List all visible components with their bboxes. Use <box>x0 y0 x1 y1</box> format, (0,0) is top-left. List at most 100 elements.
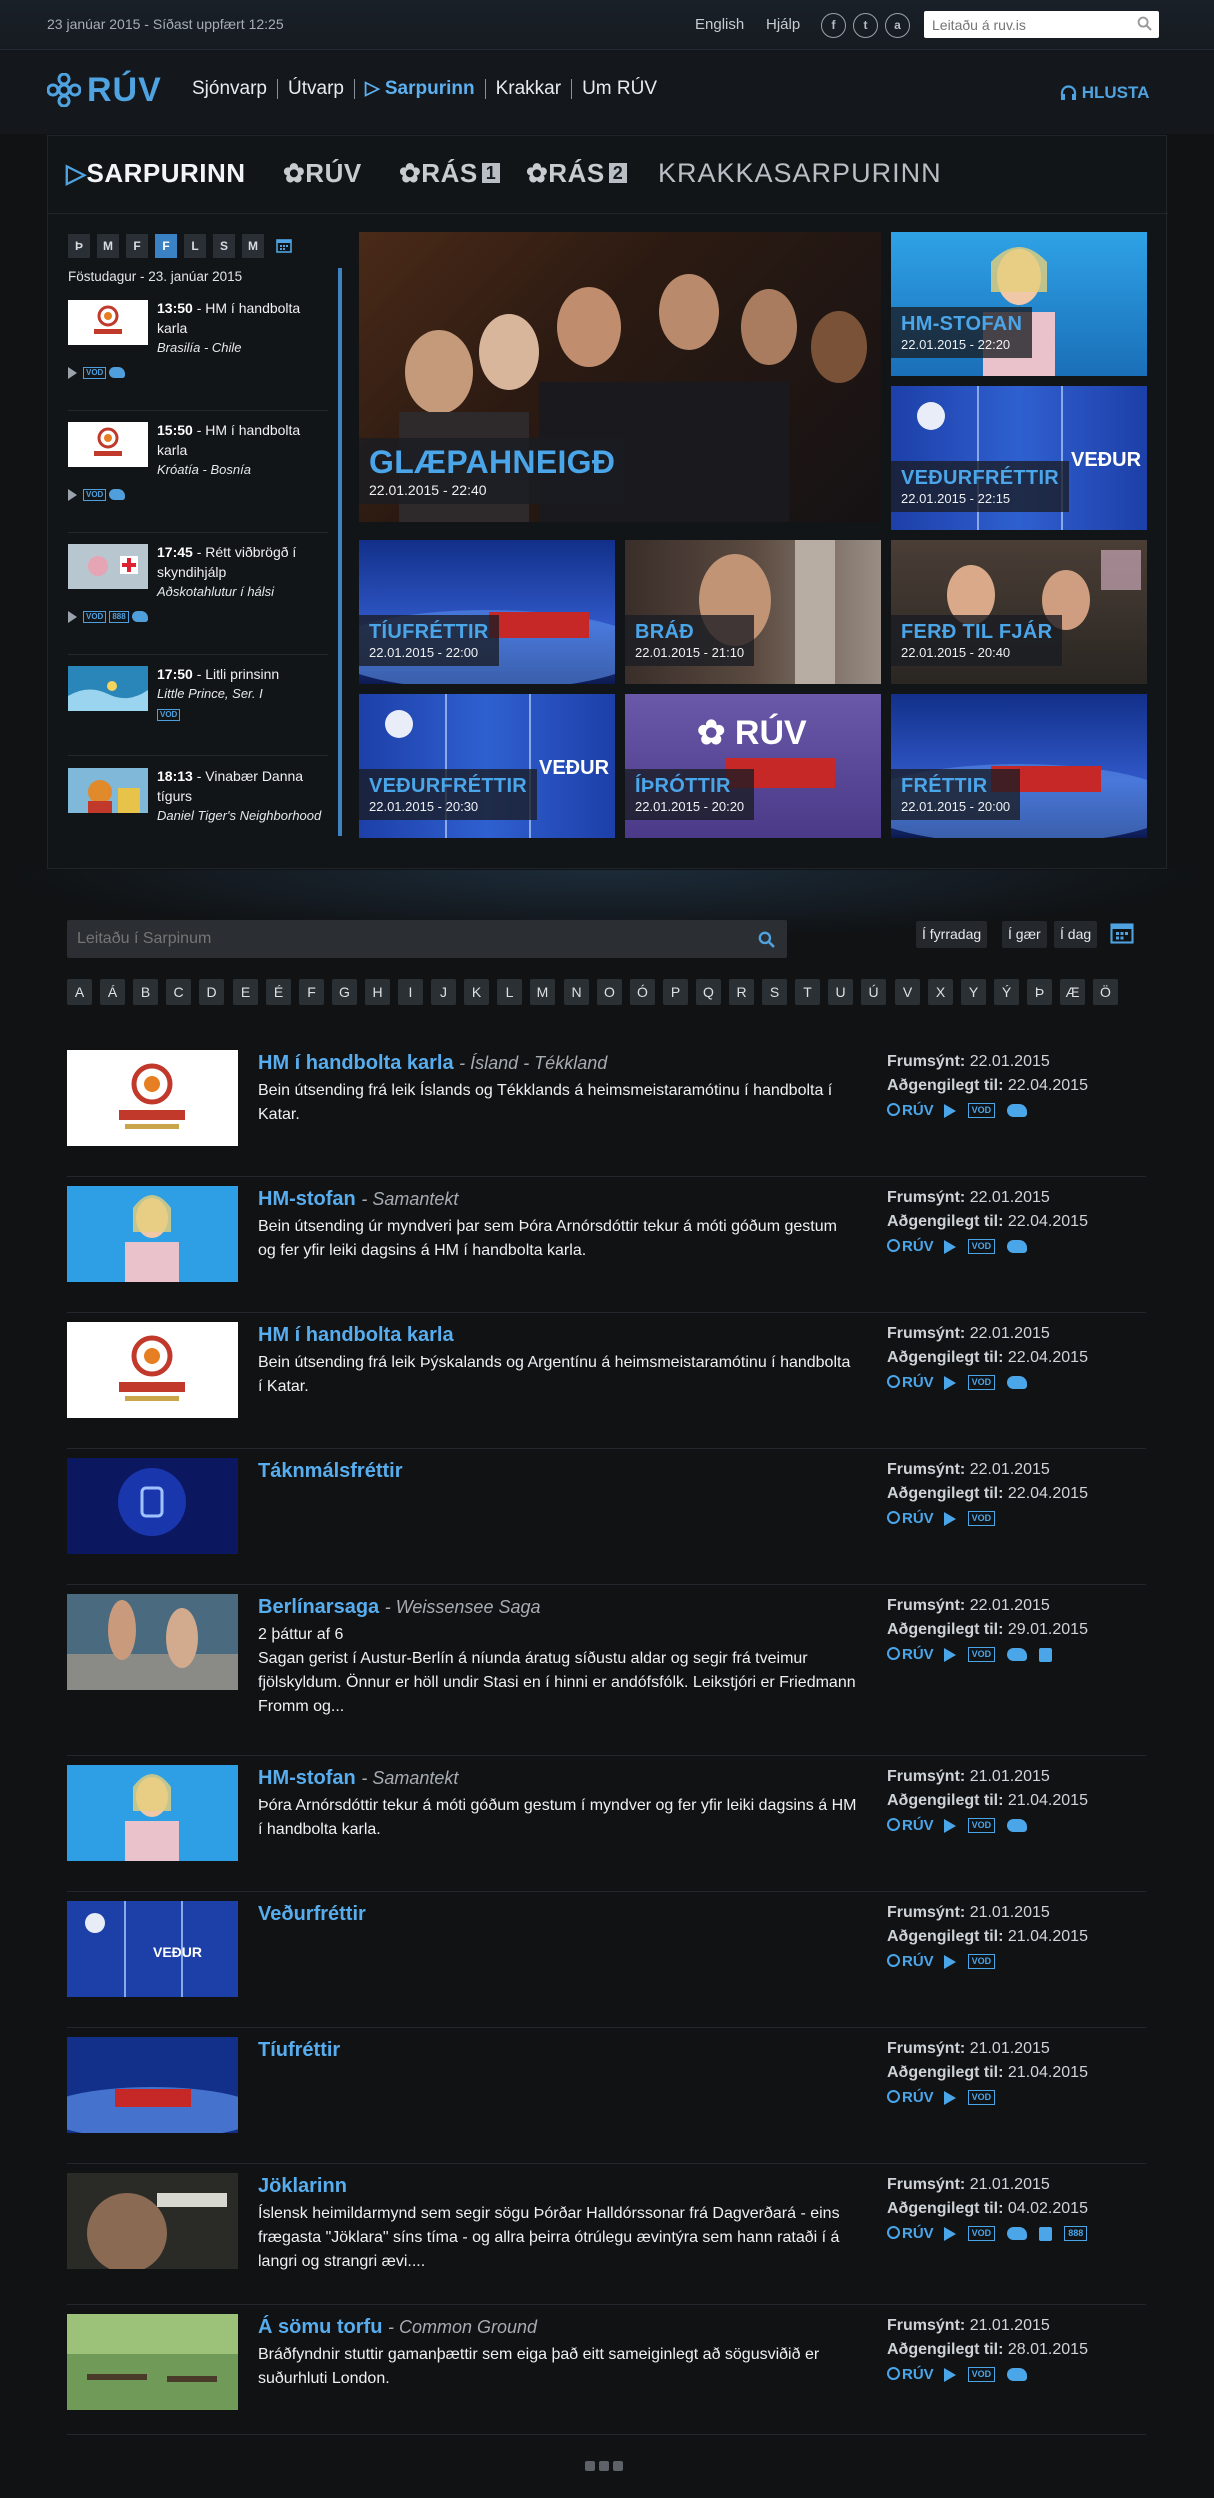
result-row[interactable]: HM í handbolta karla Bein útsending frá l… <box>67 1322 1146 1449</box>
today-button[interactable]: Í dag <box>1054 921 1098 948</box>
calendar-icon[interactable] <box>1110 920 1134 944</box>
twitter-icon[interactable] <box>109 489 126 501</box>
joklarinn-thumbnail[interactable] <box>67 2173 238 2269</box>
featured-tile-vedurfrettir-2[interactable]: VEÐUR VEÐURFRÉTTIR 22.01.2015 - 20:30 <box>359 694 615 838</box>
play-icon[interactable] <box>943 1375 956 1390</box>
play-icon[interactable] <box>68 610 77 623</box>
day-button-selected[interactable]: F <box>155 234 177 258</box>
result-title[interactable]: Veðurfréttir <box>258 1903 366 1925</box>
letter-filter[interactable]: Ö <box>1093 979 1118 1005</box>
letter-filter[interactable]: J <box>431 979 456 1005</box>
twitter-icon[interactable] <box>1007 1376 1028 1390</box>
qatar-2015-thumbnail[interactable] <box>67 1322 238 1418</box>
letter-filter[interactable]: B <box>133 979 158 1005</box>
twitter-icon[interactable] <box>1007 1819 1028 1833</box>
search-icon[interactable] <box>1137 16 1152 31</box>
featured-tile-tiufrettir[interactable]: TÍUFRÉTTIR 22.01.2015 - 22:00 <box>359 540 615 684</box>
letter-filter[interactable]: S <box>762 979 787 1005</box>
featured-tile-ferd-til-fjar[interactable]: FERÐ TIL FJÁR 22.01.2015 - 20:40 <box>891 540 1147 684</box>
schedule-item[interactable]: 15:50 - HM í handbolta karla Króatía - Bo… <box>68 420 328 533</box>
result-row[interactable]: Á sömu torfu - Common Ground Bráðfyndnir … <box>67 2314 1146 2435</box>
letter-filter[interactable]: P <box>663 979 688 1005</box>
result-row[interactable]: Berlínarsaga - Weissensee Saga 2 þáttur a… <box>67 1594 1146 1756</box>
letter-filter[interactable]: Æ <box>1060 979 1085 1005</box>
presenter-thumbnail[interactable] <box>67 1765 238 1861</box>
twitter-icon[interactable] <box>1007 2368 1028 2382</box>
letter-filter[interactable]: F <box>299 979 324 1005</box>
nav-krakkar[interactable]: Krakkar <box>486 79 573 99</box>
play-icon[interactable] <box>943 1818 956 1833</box>
day-button[interactable]: F <box>126 234 148 258</box>
search-icon[interactable] <box>758 931 775 948</box>
brand-sarpurinn[interactable]: ▷SARPURINN <box>66 158 246 189</box>
sign-language-news-thumbnail[interactable] <box>67 1458 238 1554</box>
result-title[interactable]: Táknmálsfréttir <box>258 1460 403 1482</box>
letter-filter[interactable]: Ú <box>861 979 886 1005</box>
letter-filter[interactable]: Á <box>100 979 125 1005</box>
letter-filter[interactable]: É <box>266 979 291 1005</box>
result-title[interactable]: HM-stofan <box>258 1188 356 1210</box>
letter-filter[interactable]: H <box>365 979 390 1005</box>
nav-utvarp[interactable]: Útvarp <box>278 79 355 99</box>
schedule-scrollbar[interactable] <box>338 268 342 836</box>
play-icon[interactable] <box>943 1103 956 1118</box>
day-button[interactable]: S <box>213 234 235 258</box>
nav-sjonvarp[interactable]: Sjónvarp <box>192 79 278 99</box>
presenter-thumbnail[interactable] <box>67 1186 238 1282</box>
result-title[interactable]: Á sömu torfu <box>258 2316 382 2338</box>
listen-button[interactable]: HLUSTA <box>1060 83 1149 103</box>
result-row[interactable]: Tíufréttir Frumsýnt: 21.01.2015 Aðgengileg… <box>67 2037 1146 2164</box>
letter-filter[interactable]: D <box>199 979 224 1005</box>
play-icon[interactable] <box>943 1511 956 1526</box>
day-button[interactable]: M <box>97 234 119 258</box>
featured-tile-vedurfrettir[interactable]: VEÐUR VEÐURFRÉTTIR 22.01.2015 - 22:15 <box>891 386 1147 530</box>
letter-filter[interactable]: U <box>828 979 853 1005</box>
result-row[interactable]: HM í handbolta karla - Ísland - Tékkland… <box>67 1050 1146 1177</box>
featured-tile-brad[interactable]: BRÁÐ 22.01.2015 - 21:10 <box>625 540 881 684</box>
letter-filter[interactable]: V <box>895 979 920 1005</box>
weather-thumbnail[interactable]: VEÐUR <box>67 1901 238 1997</box>
english-link[interactable]: English <box>695 16 744 33</box>
schedule-item[interactable]: 18:13 - Vinabær Danna tígurs Daniel Tiger… <box>68 766 328 835</box>
letter-filter[interactable]: X <box>928 979 953 1005</box>
play-icon[interactable] <box>943 2226 956 2241</box>
day-button[interactable]: L <box>184 234 206 258</box>
brand-ras2[interactable]: ✿RÁS 2 <box>526 158 628 189</box>
day-before-yesterday-button[interactable]: Í fyrradag <box>916 921 988 948</box>
letter-filter[interactable]: Ý <box>994 979 1019 1005</box>
letter-filter[interactable]: G <box>332 979 357 1005</box>
day-button[interactable]: Þ <box>68 234 90 258</box>
twitter-icon[interactable] <box>1007 1104 1028 1118</box>
schedule-item[interactable]: 17:50 - Litli prinsinn Little Prince, Ser… <box>68 664 328 756</box>
letter-filter[interactable]: L <box>497 979 522 1005</box>
twitter-icon[interactable]: t <box>853 13 878 38</box>
nav-um-ruv[interactable]: Um RÚV <box>572 79 667 99</box>
facebook-icon[interactable]: f <box>821 13 846 38</box>
twitter-icon[interactable] <box>1007 1648 1028 1662</box>
letter-filter[interactable]: Ó <box>630 979 655 1005</box>
accessibility-icon[interactable]: a <box>885 13 910 38</box>
play-icon[interactable] <box>943 1954 956 1969</box>
letter-filter[interactable]: A <box>67 979 92 1005</box>
brand-ruv[interactable]: ✿RÚV <box>283 158 362 189</box>
twitter-icon[interactable] <box>131 611 148 623</box>
play-icon[interactable] <box>943 1647 956 1662</box>
schedule-item[interactable]: 13:50 - HM í handbolta karla Brasilía - C… <box>68 298 328 411</box>
play-icon[interactable] <box>943 2367 956 2382</box>
result-title[interactable]: Tíufréttir <box>258 2039 340 2061</box>
archive-search-input[interactable] <box>67 920 727 958</box>
common-ground-thumbnail[interactable] <box>67 2314 238 2410</box>
result-title[interactable]: HM í handbolta karla <box>258 1324 454 1346</box>
play-icon[interactable] <box>68 366 77 379</box>
result-title[interactable]: HM-stofan <box>258 1767 356 1789</box>
letter-filter[interactable]: I <box>398 979 423 1005</box>
weissensee-thumbnail[interactable] <box>67 1594 238 1690</box>
load-more-indicator[interactable] <box>585 2458 627 2476</box>
twitter-icon[interactable] <box>1007 2227 1028 2241</box>
letter-filter[interactable]: Þ <box>1027 979 1052 1005</box>
site-search-input[interactable] <box>924 11 1124 38</box>
letter-filter[interactable]: K <box>464 979 489 1005</box>
letter-filter[interactable]: T <box>795 979 820 1005</box>
scrollbar-thumb[interactable] <box>338 268 342 836</box>
letter-filter[interactable]: Q <box>696 979 721 1005</box>
